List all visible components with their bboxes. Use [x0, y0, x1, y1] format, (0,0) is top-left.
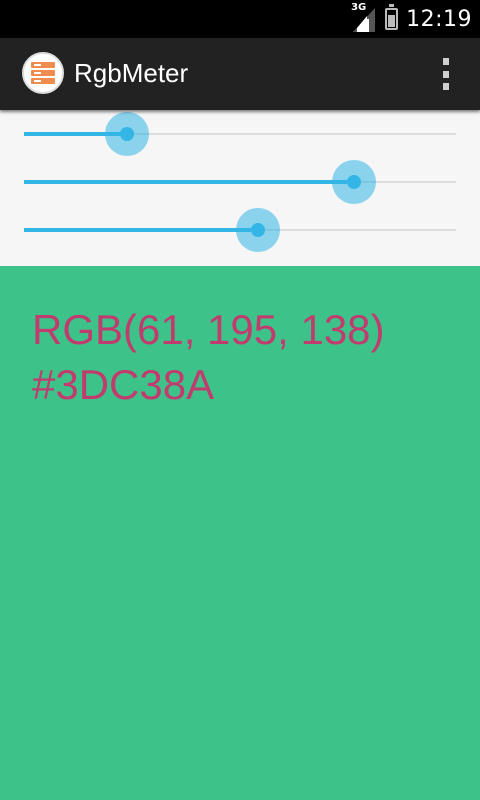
overflow-menu-icon[interactable]	[438, 58, 454, 90]
overflow-dot	[443, 70, 449, 78]
green-slider-fill	[24, 180, 355, 184]
blue-slider-thumb[interactable]	[235, 208, 280, 252]
app-title: RgbMeter	[74, 58, 189, 88]
battery-icon	[385, 4, 399, 30]
color-preview: RGB(61, 195, 138) #3DC38A	[0, 266, 480, 800]
server-stack-icon[interactable]	[22, 52, 64, 94]
signal-icon: 3G	[351, 2, 377, 32]
hex-value-label: #3DC38A	[32, 361, 215, 408]
status-bar: 3G 12:19	[0, 0, 480, 38]
status-icons: 3G 12:19	[351, 0, 472, 38]
blue-slider[interactable]	[24, 208, 456, 252]
red-slider-thumb[interactable]	[105, 112, 150, 156]
blue-slider-fill	[24, 228, 258, 232]
slider-panel	[0, 110, 480, 266]
green-slider-thumb[interactable]	[332, 160, 377, 204]
clock: 12:19	[406, 6, 472, 32]
rgb-value-label: RGB(61, 195, 138)	[32, 306, 385, 353]
action-bar: RgbMeter	[0, 38, 480, 110]
green-slider[interactable]	[24, 160, 456, 204]
network-type-label: 3G	[351, 2, 367, 13]
overflow-dot	[443, 58, 449, 65]
overflow-dot	[443, 83, 449, 90]
red-slider[interactable]	[24, 112, 456, 156]
